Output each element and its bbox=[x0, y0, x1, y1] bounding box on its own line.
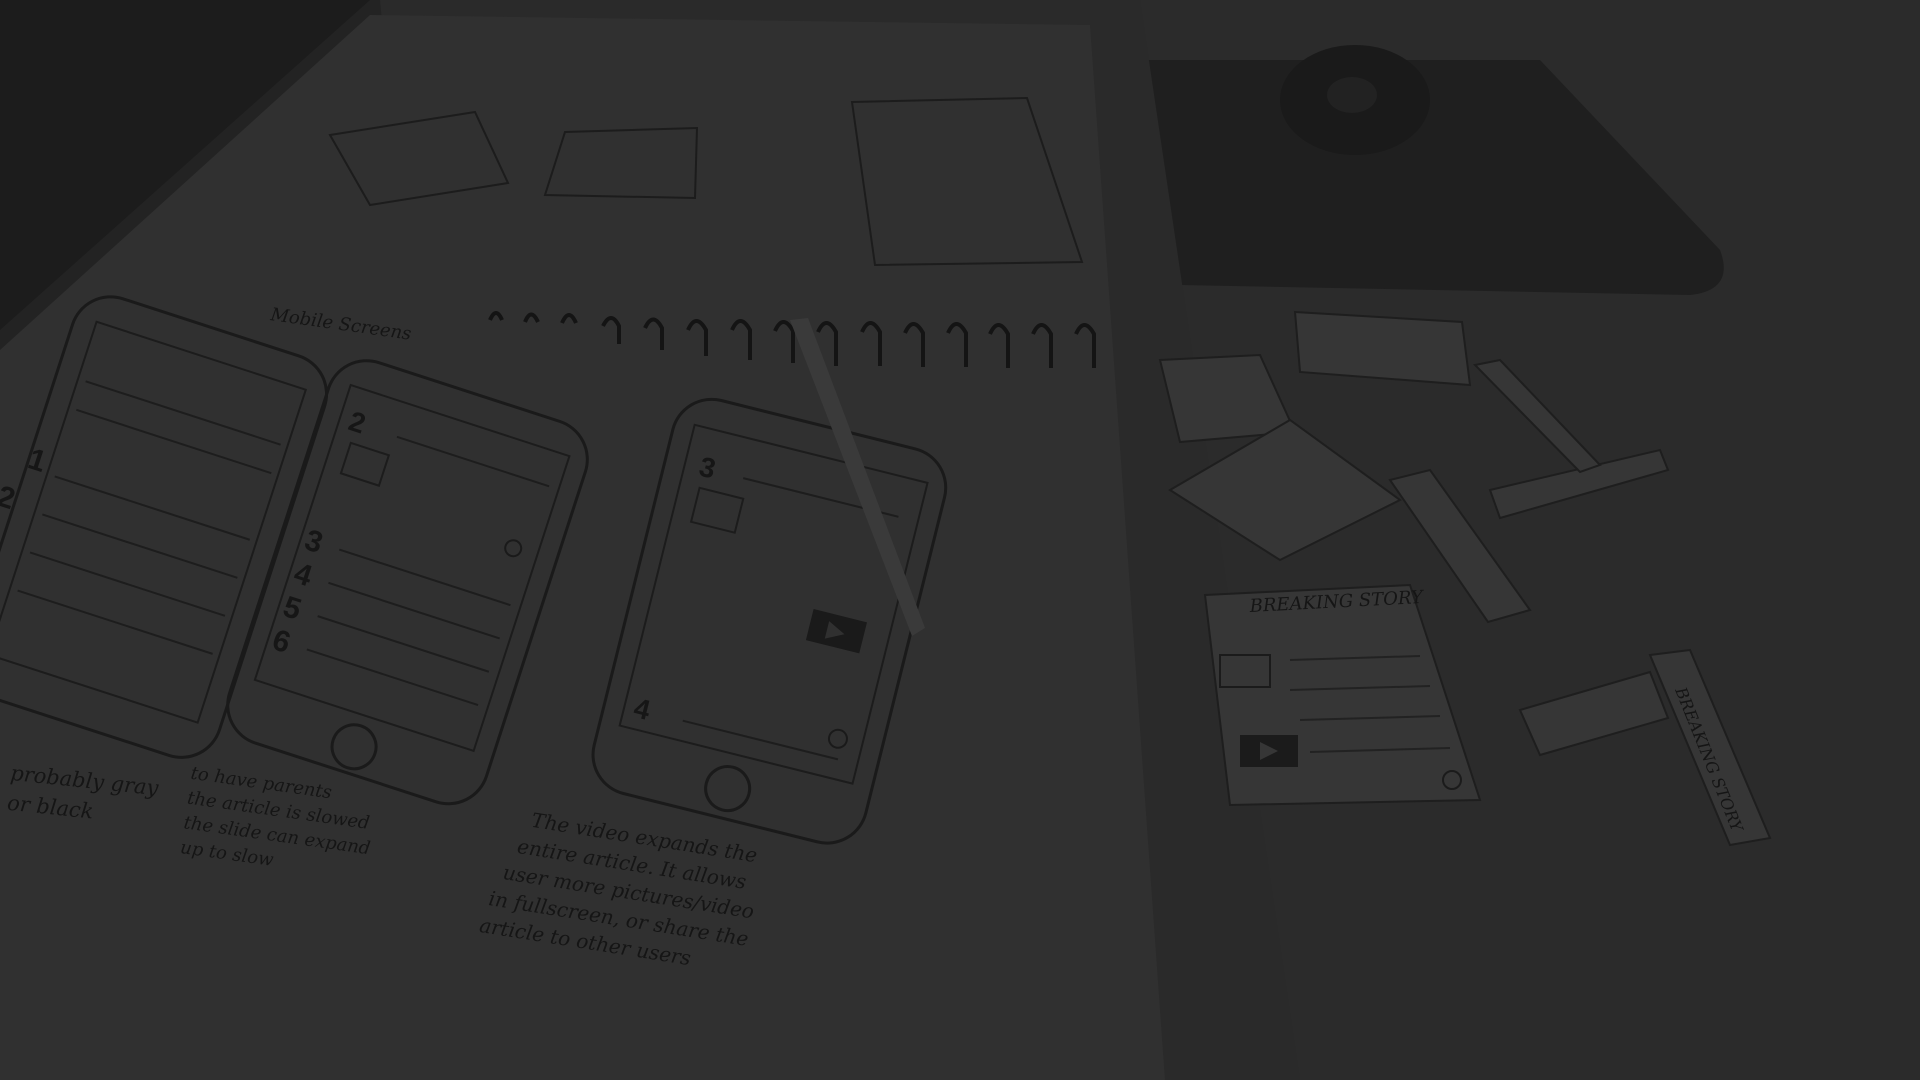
mouse-highlight bbox=[1327, 77, 1377, 113]
photo-sketch-desk: Mobile Screens 1 2 2 3 4 5 6 3 4 probabl… bbox=[0, 0, 1920, 1080]
